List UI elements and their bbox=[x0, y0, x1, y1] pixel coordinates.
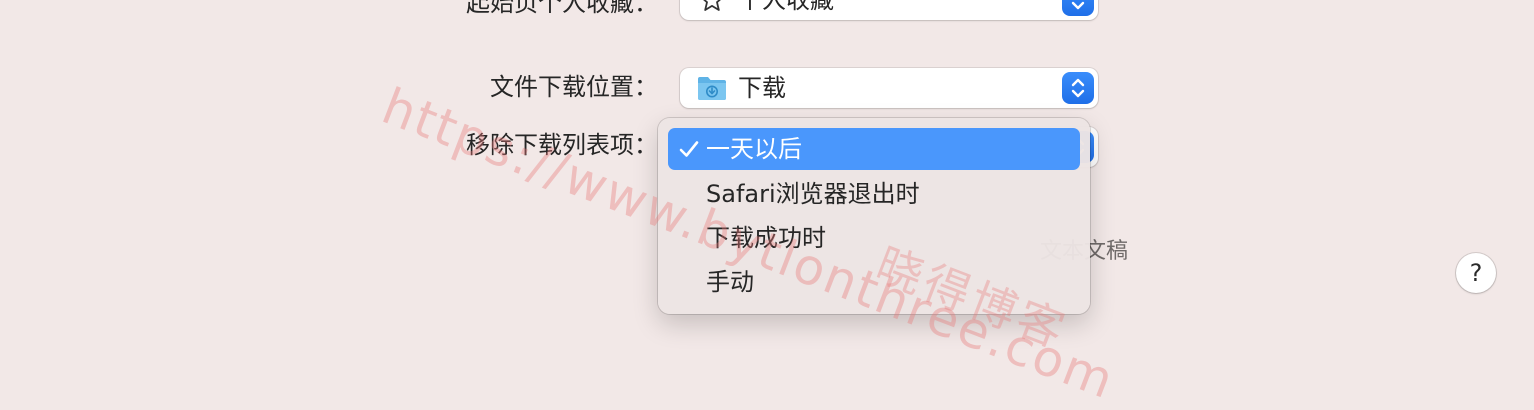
star-icon bbox=[703, 0, 721, 11]
homepage-popup[interactable]: 个人收藏 bbox=[680, 0, 1098, 20]
remove-downloads-menu: 一天以后 Safari浏览器退出时 下载成功时 手动 bbox=[658, 118, 1090, 314]
download-location-stepper-icon[interactable] bbox=[1062, 72, 1094, 104]
menu-item-label: 手动 bbox=[706, 268, 754, 296]
download-location-value: 下载 bbox=[738, 74, 786, 102]
remove-downloads-label: 移除下载列表项： bbox=[466, 131, 658, 159]
menu-item-label: 一天以后 bbox=[706, 135, 802, 163]
homepage-value: 个人收藏 bbox=[738, 0, 834, 14]
menu-item-manually[interactable]: 手动 bbox=[668, 261, 1080, 303]
folder-icon bbox=[698, 77, 726, 100]
menu-item-label: 下载成功时 bbox=[706, 224, 826, 252]
help-button[interactable]: ? bbox=[1456, 253, 1496, 293]
homepage-stepper-icon[interactable] bbox=[1062, 0, 1094, 16]
menu-item-after-one-day[interactable]: 一天以后 bbox=[668, 128, 1080, 170]
checkmark-icon bbox=[679, 141, 699, 157]
download-location-label: 文件下载位置： bbox=[490, 73, 658, 101]
download-location-popup[interactable]: 下载 bbox=[680, 68, 1098, 108]
homepage-label: 起始页个人收藏： bbox=[466, 0, 658, 17]
menu-item-label: Safari浏览器退出时 bbox=[706, 180, 920, 208]
menu-item-when-safari-quits[interactable]: Safari浏览器退出时 bbox=[668, 173, 1080, 215]
menu-item-upon-success[interactable]: 下载成功时 bbox=[668, 217, 1080, 259]
